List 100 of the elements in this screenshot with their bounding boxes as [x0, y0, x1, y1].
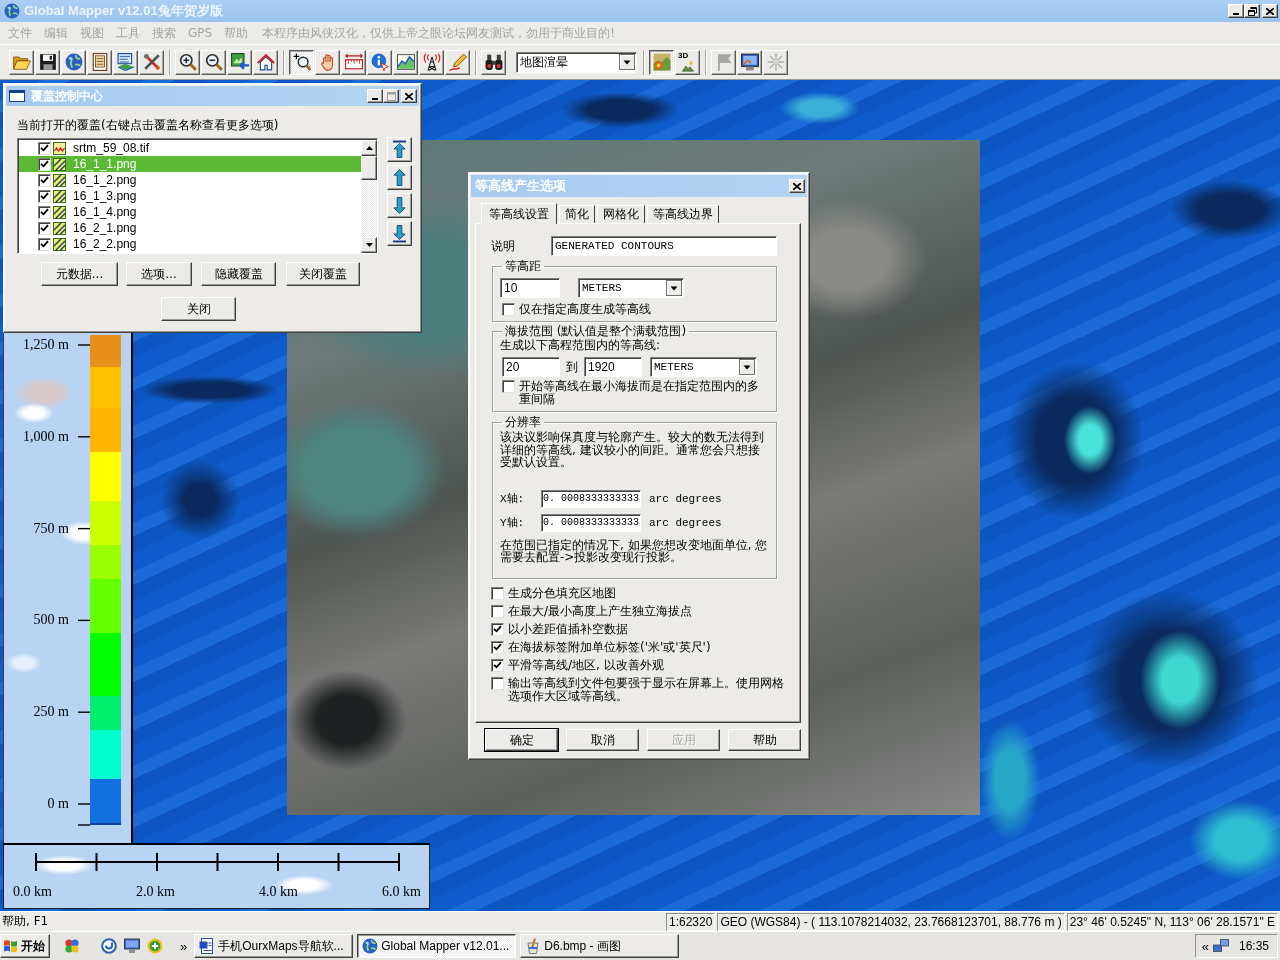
toolbar-button[interactable] — [289, 49, 314, 75]
taskbar-button[interactable]: 手机OurxMaps导航软... — [194, 934, 354, 958]
picture-arrow-icon — [230, 53, 249, 71]
close-icon — [793, 182, 801, 190]
plus-circle-icon[interactable] — [147, 938, 163, 954]
panel-button[interactable]: 关闭覆盖 — [286, 262, 360, 286]
close-button[interactable] — [789, 179, 805, 193]
ruler-icon — [344, 53, 363, 71]
elevation-label: 0 m — [47, 796, 69, 812]
close-panel-button[interactable]: 关闭 — [161, 297, 236, 321]
restore-icon — [1247, 6, 1257, 16]
axis-label: X轴: — [500, 492, 526, 506]
minimize-icon — [1233, 13, 1239, 15]
checkbox[interactable] — [38, 141, 51, 155]
close-button[interactable] — [401, 89, 417, 103]
layer-item[interactable]: 16_1_2.png — [19, 172, 361, 188]
layer-item[interactable]: 16_2_1.png — [19, 220, 361, 236]
to-label: 到 — [566, 358, 578, 376]
minimize-button[interactable] — [367, 89, 383, 103]
checkbox[interactable] — [502, 380, 515, 393]
layer-item[interactable]: 16_1_3.png — [19, 188, 361, 204]
group-caption: 生成以下高程范围内的等高线: — [500, 339, 662, 352]
checkbox[interactable] — [491, 622, 504, 636]
hatched-layer-icon — [53, 237, 66, 251]
move-to-bottom-button[interactable] — [387, 221, 412, 246]
scrollbar[interactable] — [361, 140, 377, 253]
minimize-button[interactable] — [1228, 4, 1244, 18]
scroll-up-button[interactable] — [361, 140, 377, 156]
start-button[interactable]: 开始 — [0, 934, 50, 958]
chevron-button[interactable]: » — [180, 938, 188, 954]
group-title: 分辨率 — [504, 415, 542, 429]
tab[interactable]: 简化 — [559, 205, 595, 223]
lat-lon-readout: 23° 46' 0.5245" N, 113° 06' 28.1571" E — [1066, 912, 1278, 931]
hatched-layer-icon — [53, 205, 66, 219]
taskbar-button[interactable]: D6.bmp - 画图 — [520, 934, 680, 958]
monitor-icon[interactable] — [124, 938, 140, 954]
toolbar-button[interactable] — [649, 49, 674, 75]
checkbox[interactable] — [502, 303, 515, 316]
close-button[interactable] — [1262, 4, 1278, 18]
resolution-note: 该决议影响保真度与轮廓产生。较大的数无法得到详细的等高线, 建议较小的间距。通常您会只想接受默认设置。 — [500, 431, 765, 469]
close-icon — [405, 92, 413, 100]
check-icon — [493, 661, 502, 669]
description-field[interactable]: GENERATED CONTOURS — [551, 236, 777, 256]
checkbox[interactable] — [38, 205, 51, 219]
layers-icon — [116, 53, 135, 71]
scroll-down-button[interactable] — [361, 237, 377, 253]
list-caption: 当前打开的覆盖(右键点击覆盖名称查看更多选项) — [17, 118, 280, 132]
panel-button[interactable]: 选项... — [126, 262, 192, 286]
unit-select[interactable]: METERS — [650, 357, 757, 377]
restore-button[interactable] — [1244, 4, 1260, 18]
move-up-button[interactable] — [387, 165, 412, 190]
elevation-label: 1,250 m — [23, 337, 69, 353]
tray-toggle[interactable]: « — [1201, 938, 1209, 954]
spacing-field[interactable]: 0. 0008333333333 — [541, 489, 641, 508]
checkbox[interactable] — [491, 676, 504, 690]
dropdown-arrow-icon — [666, 280, 682, 296]
network-icon[interactable] — [1212, 939, 1229, 953]
radio-tower-icon — [422, 53, 441, 71]
layer-item[interactable]: 16_1_4.png — [19, 204, 361, 220]
elevation-label: 1,000 m — [23, 428, 69, 445]
globe-icon — [4, 3, 20, 19]
layer-name: 16_2_2.png — [73, 237, 137, 251]
line-chart-icon — [396, 53, 415, 71]
checkbox[interactable] — [38, 189, 51, 203]
map-scale: 1:62320 — [666, 912, 716, 931]
dialog-button[interactable]: 确定 — [485, 729, 558, 751]
dialog-button[interactable]: 取消 — [566, 729, 639, 751]
scroll-thumb[interactable] — [361, 156, 377, 180]
checkbox[interactable] — [491, 640, 504, 654]
toolbar-button[interactable]: 3D — [675, 49, 700, 75]
from-field[interactable]: 20 — [502, 357, 560, 377]
dialog-button[interactable]: 帮助 — [728, 729, 801, 751]
document-icon — [199, 938, 216, 954]
panel-button[interactable]: 隐藏覆盖 — [201, 262, 276, 286]
tab[interactable]: 等高线设置 — [481, 203, 557, 224]
four-circles-icon[interactable] — [64, 938, 80, 954]
spacing-field[interactable]: 0. 0008333333333 — [541, 513, 641, 532]
checkbox[interactable] — [38, 157, 51, 171]
checkbox[interactable] — [491, 604, 504, 618]
layer-item[interactable]: srtm_59_08.tif — [19, 140, 361, 156]
hatched-layer-icon — [53, 221, 66, 235]
hatched-layer-icon — [53, 189, 66, 203]
layer-item[interactable]: 16_2_2.png — [19, 236, 361, 252]
check-icon — [493, 625, 502, 633]
checkbox[interactable] — [38, 237, 51, 251]
checkbox[interactable] — [38, 173, 51, 187]
to-field[interactable]: 1920 — [584, 357, 642, 377]
checkbox[interactable] — [491, 586, 504, 600]
unit-select[interactable]: METERS — [578, 278, 684, 298]
taskbar-button[interactable]: Global Mapper v12.01... — [357, 934, 517, 958]
tab[interactable]: 网格化 — [597, 205, 645, 223]
interval-field[interactable]: 10 — [500, 278, 560, 298]
move-down-button[interactable] — [387, 193, 412, 218]
layer-name: 16_2_1.png — [73, 221, 137, 235]
tab[interactable]: 等高线边界 — [647, 205, 719, 223]
panel-button[interactable]: 元数据... — [41, 262, 118, 286]
move-to-top-button[interactable] — [387, 137, 412, 162]
render-mode-select[interactable]: 地图渲晕 — [516, 51, 637, 73]
checkbox[interactable] — [38, 221, 51, 235]
checkbox[interactable] — [491, 658, 504, 672]
